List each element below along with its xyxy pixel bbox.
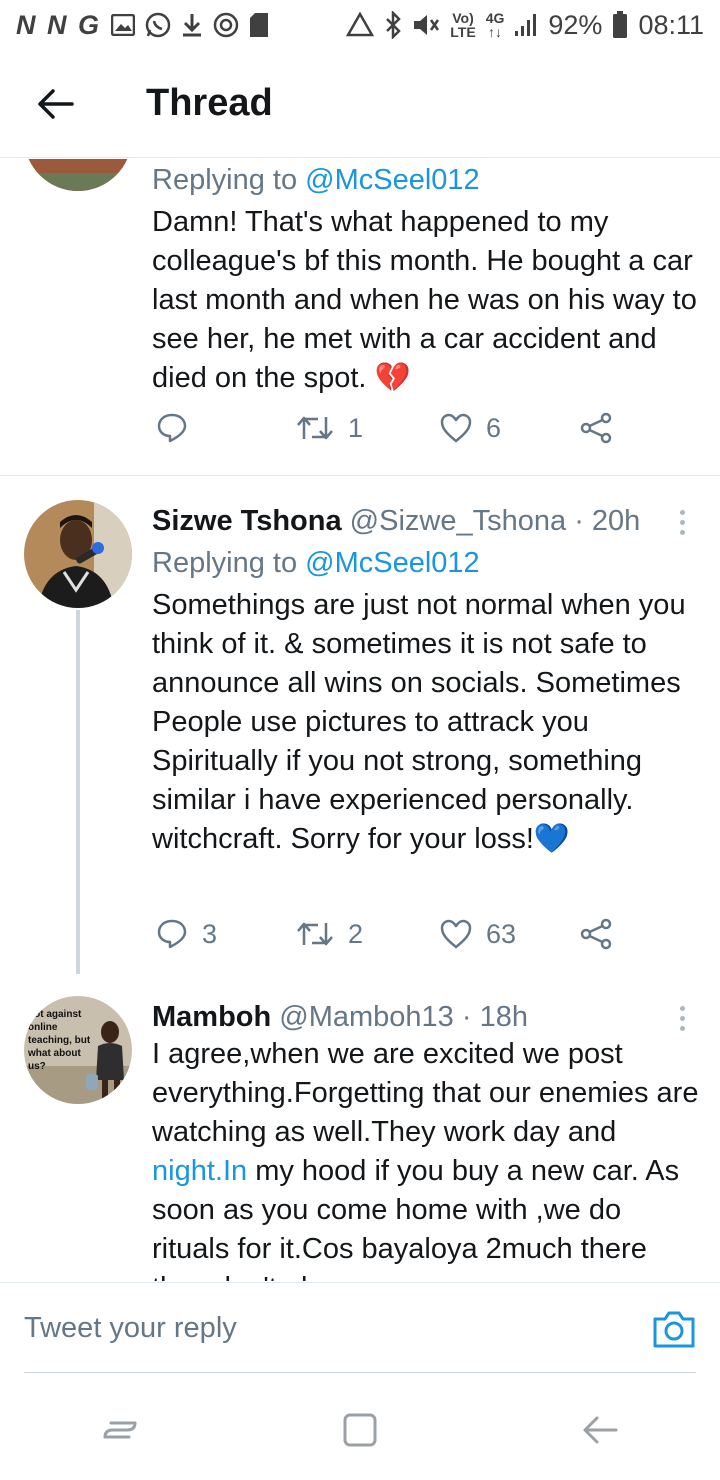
tweet-time: · 20h xyxy=(574,505,641,537)
retweet-count: 2 xyxy=(348,918,364,949)
avatar-mamboh[interactable]: not against online teaching, but what ab… xyxy=(24,996,132,1104)
tweet-inline-link[interactable]: night.In xyxy=(152,1155,247,1187)
status-left: N N G xyxy=(16,10,269,41)
thread-line xyxy=(76,610,80,974)
like-count: 6 xyxy=(486,412,502,443)
nav-back-icon xyxy=(583,1416,618,1444)
bluetooth-icon xyxy=(384,11,402,39)
user-handle[interactable]: @Mamboh13 xyxy=(279,1001,454,1033)
lte-label: LTE xyxy=(450,24,476,40)
back-button[interactable] xyxy=(0,50,110,158)
tweet-actions: 3 2 63 xyxy=(152,914,652,954)
app-header: Thread xyxy=(0,50,720,158)
replying-handle-link[interactable]: @McSeel012 xyxy=(305,547,480,579)
tweet-2[interactable]: Sizwe Tshona @Sizwe_Tshona · 20h Replyin… xyxy=(0,476,720,976)
tweet-content: Mamboh @Mamboh13 · 18h I agree,when we a… xyxy=(152,996,702,1281)
tweet-text-part: I agree,when we are excited we post ever… xyxy=(152,1038,699,1148)
battery-icon xyxy=(612,11,628,39)
home-square-icon xyxy=(343,1413,377,1447)
heart-icon xyxy=(440,413,472,443)
download-icon xyxy=(181,12,203,38)
status-bar: N N G Vo) LTE 4G ↑↓ 92% 08:11 xyxy=(0,0,720,50)
like-button[interactable]: 6 xyxy=(440,413,501,444)
retweet-button[interactable]: 1 xyxy=(296,413,363,444)
clock: 08:11 xyxy=(638,9,704,40)
display-name[interactable]: Mamboh xyxy=(152,1001,271,1033)
thread-feed[interactable]: Replying to @McSeel012 Damn! That's what… xyxy=(0,159,720,1281)
tweet-content: Replying to @McSeel012 Damn! That's what… xyxy=(152,159,702,398)
tweet-content: Sizwe Tshona @Sizwe_Tshona · 20h Replyin… xyxy=(152,500,702,859)
heart-icon xyxy=(440,919,472,949)
volte-icon: Vo) LTE xyxy=(450,11,475,39)
reply-icon xyxy=(157,919,187,949)
share-icon xyxy=(580,918,612,950)
camera-icon xyxy=(653,1311,695,1348)
reply-icon xyxy=(157,413,187,443)
back-arrow-icon xyxy=(38,88,74,119)
tweet-actions: 1 6 xyxy=(152,408,652,448)
gallery-icon xyxy=(111,14,136,36)
reply-button[interactable]: 3 xyxy=(156,918,217,950)
camera-button[interactable] xyxy=(652,1309,696,1349)
home-button[interactable] xyxy=(330,1400,390,1460)
tweet-reply-input[interactable]: Tweet your reply xyxy=(24,1303,696,1373)
replying-to: Replying to @McSeel012 xyxy=(152,542,702,584)
replying-prefix: Replying to xyxy=(152,547,306,579)
share-button[interactable] xyxy=(580,918,612,950)
android-nav-bar xyxy=(0,1380,720,1480)
like-count: 63 xyxy=(486,918,517,949)
tweet-3[interactable]: not against online teaching, but what ab… xyxy=(0,976,720,1281)
share-button[interactable] xyxy=(580,412,612,444)
recent-apps-button[interactable] xyxy=(90,1400,150,1460)
man-microphone-photo-icon xyxy=(24,500,132,608)
page-title: Thread xyxy=(146,82,273,124)
replying-handle-link[interactable]: @McSeel012 xyxy=(305,164,480,196)
nav-back-button[interactable] xyxy=(570,1400,630,1460)
building-photo-icon xyxy=(24,159,132,191)
sd-card-icon xyxy=(249,12,269,38)
carrier-label: N N G xyxy=(16,9,102,40)
tweet-meta: Sizwe Tshona @Sizwe_Tshona · 20h xyxy=(152,500,702,542)
reply-button[interactable] xyxy=(156,412,188,444)
avatar-building[interactable] xyxy=(24,159,132,191)
like-button[interactable]: 63 xyxy=(440,919,516,950)
tweet-1[interactable]: Replying to @McSeel012 Damn! That's what… xyxy=(0,159,720,475)
tweet-text: I agree,when we are excited we post ever… xyxy=(152,1035,702,1281)
mute-icon xyxy=(412,12,440,38)
recycle-icon xyxy=(346,12,375,38)
avatar-sizwe[interactable] xyxy=(24,500,132,608)
share-icon xyxy=(580,412,612,444)
battery-percent: 92% xyxy=(548,9,603,40)
tweet-text: Somethings are just not normal when you … xyxy=(152,589,686,855)
reply-composer: Tweet your reply xyxy=(0,1282,720,1374)
retweet-count: 1 xyxy=(348,412,364,443)
display-name[interactable]: Sizwe Tshona xyxy=(152,505,342,537)
retweet-icon xyxy=(297,922,333,946)
more-options-button[interactable] xyxy=(672,502,692,542)
reply-count: 3 xyxy=(202,918,218,949)
whatsapp-icon xyxy=(145,12,171,38)
replying-to: Replying to @McSeel012 xyxy=(152,159,702,201)
network-type-icon: 4G ↑↓ xyxy=(486,11,505,39)
status-right: Vo) LTE 4G ↑↓ 92% 08:11 xyxy=(346,10,704,41)
retweet-icon xyxy=(297,416,333,440)
tweet-text: Damn! That's what happened to my colleag… xyxy=(152,206,697,394)
recent-apps-icon xyxy=(103,1421,137,1439)
network-activity-label: ↑↓ xyxy=(488,24,503,40)
tweet-meta: Mamboh @Mamboh13 · 18h xyxy=(152,996,702,1038)
sync-icon xyxy=(213,12,239,38)
user-handle[interactable]: @Sizwe_Tshona xyxy=(350,505,566,537)
avatar-meme-text: not against online teaching, but what ab… xyxy=(28,1009,91,1072)
signal-icon xyxy=(514,13,538,37)
tweet-time: · 18h xyxy=(461,1001,528,1033)
more-options-button[interactable] xyxy=(672,998,692,1038)
retweet-button[interactable]: 2 xyxy=(296,919,363,950)
replying-prefix: Replying to xyxy=(152,164,306,196)
